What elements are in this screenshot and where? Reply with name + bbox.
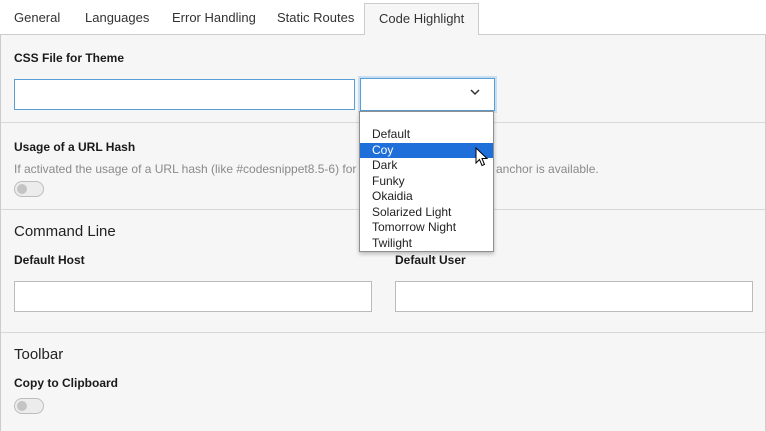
chevron-down-icon (470, 89, 480, 96)
tab-code-highlight[interactable]: Code Highlight (364, 3, 480, 36)
theme-option-okaidia[interactable]: Okaidia (360, 189, 493, 205)
theme-option-dark[interactable]: Dark (360, 158, 493, 174)
theme-dropdown-list: Default Coy Dark Funky Okaidia Solarized… (359, 111, 494, 252)
tab-general[interactable]: General (0, 3, 74, 35)
theme-option-solarized-light[interactable]: Solarized Light (360, 205, 493, 221)
default-host-label: Default Host (14, 253, 85, 267)
url-hash-toggle[interactable] (14, 181, 44, 197)
tab-error-handling[interactable]: Error Handling (158, 3, 270, 35)
tab-bar: General Languages Error Handling Static … (0, 0, 766, 36)
theme-option-tomorrow-night[interactable]: Tomorrow Night (360, 220, 493, 236)
tab-languages[interactable]: Languages (71, 3, 163, 35)
theme-option-default[interactable]: Default (360, 127, 493, 143)
copy-clipboard-label: Copy to Clipboard (14, 376, 118, 390)
toolbar-section: Toolbar Copy to Clipboard (1, 333, 765, 431)
url-hash-label: Usage of a URL Hash (14, 140, 136, 154)
theme-option-coy[interactable]: Coy (360, 142, 493, 158)
mouse-pointer-icon (475, 147, 489, 167)
toggle-knob (17, 184, 27, 194)
css-file-section: CSS File for Theme (1, 35, 765, 123)
copy-clipboard-toggle[interactable] (14, 398, 44, 414)
default-host-input[interactable] (14, 281, 372, 312)
theme-option-twilight[interactable]: Twilight (360, 236, 493, 252)
css-file-label: CSS File for Theme (14, 51, 125, 65)
url-hash-help-right: anchor is available. (496, 162, 599, 176)
tab-static-routes[interactable]: Static Routes (263, 3, 368, 35)
theme-option-funky[interactable]: Funky (360, 174, 493, 190)
default-user-input[interactable] (395, 281, 753, 312)
default-user-label: Default User (395, 253, 466, 267)
command-line-heading: Command Line (14, 223, 116, 240)
toolbar-heading: Toolbar (14, 346, 64, 363)
url-hash-help-left: If activated the usage of a URL hash (li… (14, 162, 357, 176)
toggle-knob (17, 401, 27, 411)
theme-select[interactable] (360, 78, 495, 111)
css-file-input[interactable] (14, 79, 355, 110)
